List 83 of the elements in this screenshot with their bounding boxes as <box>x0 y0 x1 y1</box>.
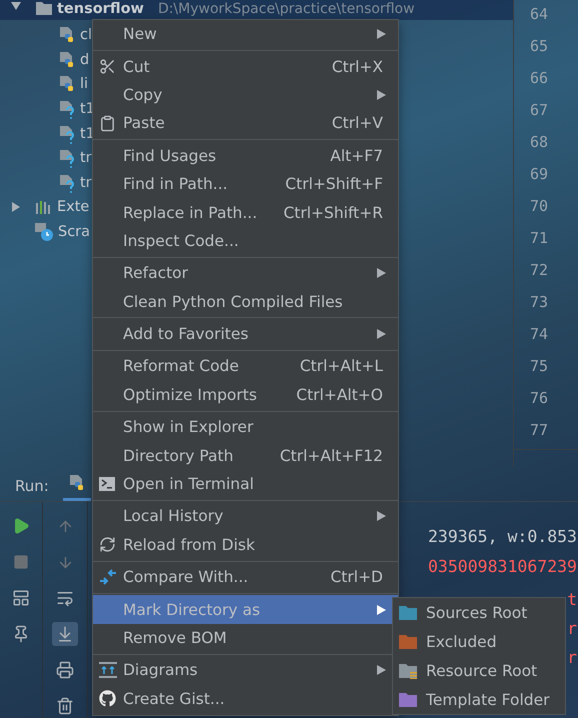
folder-icon <box>35 1 53 16</box>
folder-path: D:\MyworkSpace\practice\tensorflow <box>158 1 415 17</box>
play-icon <box>12 517 30 535</box>
line-number: 76 <box>529 388 550 409</box>
menu-item[interactable]: Reload from Disk <box>93 530 398 560</box>
console-line: r <box>567 618 578 640</box>
menu-item[interactable]: Show in Explorer <box>93 413 398 442</box>
line-number: 68 <box>529 132 550 153</box>
trash-icon <box>56 697 74 715</box>
reload-icon <box>99 536 116 554</box>
submenu-item[interactable]: Excluded <box>393 627 565 656</box>
tree-item-name[interactable]: Scra <box>58 224 90 240</box>
library-bars-icon <box>35 200 53 214</box>
menu-item[interactable]: Replace in Path... Ctrl+Shift+R <box>93 198 398 227</box>
unknown-file-icon <box>58 172 76 193</box>
line-number: 66 <box>529 68 550 89</box>
file-name[interactable]: li <box>80 76 88 92</box>
collapsed-arrow-icon[interactable] <box>11 202 21 212</box>
file-name[interactable]: d <box>80 52 90 68</box>
line-number: 75 <box>529 356 550 377</box>
line-number: 65 <box>529 36 550 57</box>
line-number: 71 <box>529 228 550 249</box>
console-line: 239365, w:0.853 <box>428 526 578 548</box>
scroll-to-end-icon <box>56 625 74 643</box>
wrap-icon <box>56 589 74 607</box>
menu-item[interactable]: Paste Ctrl+V <box>93 109 398 138</box>
menu-item[interactable]: Copy <box>93 80 398 110</box>
menu-item[interactable]: Open in Terminal <box>93 470 398 498</box>
menu-item[interactable]: Inspect Code... <box>93 226 398 256</box>
stop-icon <box>13 554 29 570</box>
unknown-file-icon <box>58 99 76 120</box>
file-name[interactable]: tr <box>80 150 92 166</box>
diagram-icon <box>99 662 117 678</box>
console-line: 035009831067239 <box>428 556 578 578</box>
menu-item[interactable]: Add to Favorites <box>93 320 398 348</box>
line-number: 64 <box>529 4 550 25</box>
folder-icon <box>398 691 418 708</box>
layout-icon <box>12 589 30 607</box>
line-number: 67 <box>529 100 550 121</box>
run-panel-title: Run: <box>15 477 49 497</box>
expanded-arrow-icon[interactable] <box>11 1 21 11</box>
scissors-icon <box>99 58 116 76</box>
line-number: 70 <box>529 196 550 217</box>
printer-icon <box>56 661 74 679</box>
unknown-file-icon <box>58 124 76 144</box>
menu-item[interactable]: Local History <box>93 502 398 531</box>
menu-item[interactable]: Find in Path... Ctrl+Shift+F <box>93 170 398 198</box>
python-icon <box>68 473 86 493</box>
folder-name: tensorflow <box>57 1 144 17</box>
menu-item[interactable]: Directory Path Ctrl+Alt+F12 <box>93 441 398 470</box>
resource-folder-icon <box>398 662 418 679</box>
menu-item[interactable]: Cut Ctrl+X <box>93 52 398 81</box>
menu-item[interactable]: Optimize Imports Ctrl+Alt+O <box>93 380 398 410</box>
tree-row[interactable]: tensorflow D:\MyworkSpace\practice\tensorflow <box>0 0 513 20</box>
menu-item[interactable]: Find Usages Alt+F7 <box>93 142 398 170</box>
unknown-file-icon <box>58 148 76 168</box>
file-name[interactable]: t1 <box>80 126 95 142</box>
menu-item[interactable]: Reformat Code Ctrl+Alt+L <box>93 352 398 381</box>
console-line: r <box>567 647 578 669</box>
menu-item[interactable]: Refactor <box>93 259 398 288</box>
line-number: 77 <box>529 420 550 441</box>
scroll-to-end-button[interactable] <box>52 622 78 646</box>
menu-item[interactable]: Compare With... Ctrl+D <box>93 563 398 592</box>
menu-item[interactable]: Clean Python Compiled Files <box>93 288 398 316</box>
file-name[interactable]: cl <box>80 27 92 44</box>
github-icon <box>99 690 116 708</box>
tree-item-name[interactable]: Exte <box>57 199 90 216</box>
file-name[interactable]: t1 <box>80 101 95 118</box>
pin-icon <box>12 625 30 643</box>
python-file-icon <box>58 50 76 70</box>
folder-icon <box>398 633 418 650</box>
clipboard-icon <box>99 114 116 132</box>
menu-item[interactable]: New <box>93 20 398 48</box>
terminal-icon <box>99 477 115 492</box>
compare-arrows-icon <box>99 569 117 586</box>
scratch-clock-icon <box>34 222 54 242</box>
line-number: 69 <box>529 164 550 185</box>
line-number: 74 <box>529 324 550 345</box>
line-number: 72 <box>529 260 550 281</box>
console-line: t <box>567 589 578 611</box>
line-number: 73 <box>529 292 550 313</box>
folder-icon <box>398 604 418 621</box>
file-name[interactable]: tr <box>80 174 92 191</box>
